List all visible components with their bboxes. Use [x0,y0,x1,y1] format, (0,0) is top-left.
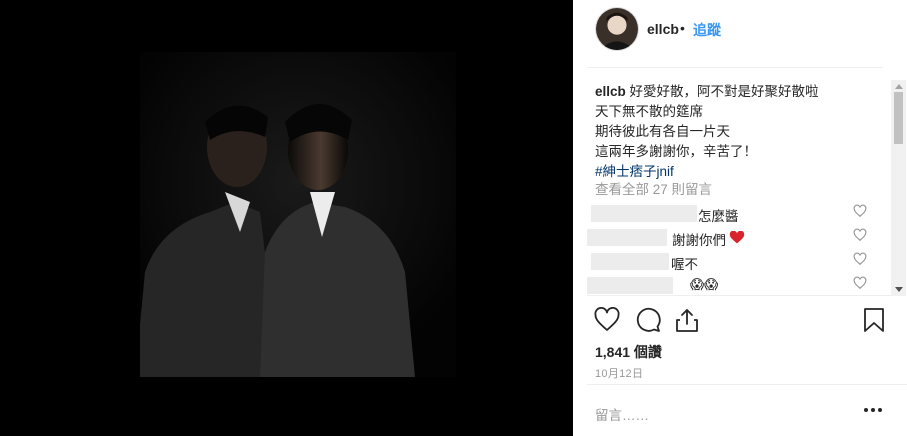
bookmark-icon[interactable] [861,307,887,333]
caption-line: 期待彼此有各自一片天 [595,124,730,139]
header-separator: • [680,20,685,36]
caption-line: 天下無不散的筵席 [595,104,703,119]
comment-bubble-icon[interactable] [635,307,661,333]
comment-text: 怎麼醬 [698,209,739,224]
scroll-down-arrow-icon[interactable] [895,287,903,292]
post-photo[interactable] [140,52,456,377]
likes-count[interactable]: 1,841 個讚 [595,342,662,362]
heart-icon[interactable] [594,307,620,333]
blurred-username [591,205,697,222]
red-heart-emoji-icon [729,231,745,244]
caption-text: 好愛好散，阿不對是好聚好散啦 [629,84,819,99]
comment-divider [587,384,907,385]
blurred-username [587,277,673,294]
small-heart-icon[interactable] [853,276,867,290]
post-header: ellcb • 追蹤 [573,0,907,58]
post-panel: ellcb • 追蹤 ellcb 好愛好散，阿不對是好聚好散啦 天下無不散的筵席… [573,0,907,436]
more-options-icon[interactable] [863,405,883,415]
comment-item: 謝謝你們 [587,228,877,248]
small-heart-icon[interactable] [853,204,867,218]
post-date[interactable]: 10月12日 [595,365,643,381]
post-media [0,0,573,436]
comment-item: 😱😱 [587,276,877,296]
blurred-username [591,253,669,270]
caption-username[interactable]: ellcb [595,84,626,99]
avatar[interactable] [595,7,639,51]
small-heart-icon[interactable] [853,252,867,266]
caption-first-line: ellcb 好愛好散，阿不對是好聚好散啦 [595,82,875,102]
caption-line: 這兩年多謝謝你，辛苦了！ [595,144,757,159]
header-divider [587,67,883,68]
comment-text: 😱😱 [690,277,719,292]
scroll-up-arrow-icon[interactable] [895,84,903,89]
small-heart-icon[interactable] [853,228,867,242]
share-icon[interactable] [674,307,700,333]
follow-button[interactable]: 追蹤 [693,20,721,40]
comment-text: 喔不 [671,257,698,272]
post-username[interactable]: ellcb [647,21,679,37]
scroll-thumb[interactable] [894,92,903,144]
blurred-username [587,229,667,246]
comments-scrollbar[interactable] [891,80,906,296]
comment-item: 怎麼醬 [587,204,877,224]
view-all-comments-link[interactable]: 查看全部 27 則留言 [595,178,712,198]
post-caption: ellcb 好愛好散，阿不對是好聚好散啦 天下無不散的筵席 期待彼此有各自一片天… [595,82,875,182]
action-bar [573,304,907,338]
comment-text: 謝謝你們 [672,233,726,248]
comment-item: 喔不 [587,252,877,272]
add-comment-input[interactable]: 留言…… [595,404,649,424]
actions-divider [587,295,892,296]
